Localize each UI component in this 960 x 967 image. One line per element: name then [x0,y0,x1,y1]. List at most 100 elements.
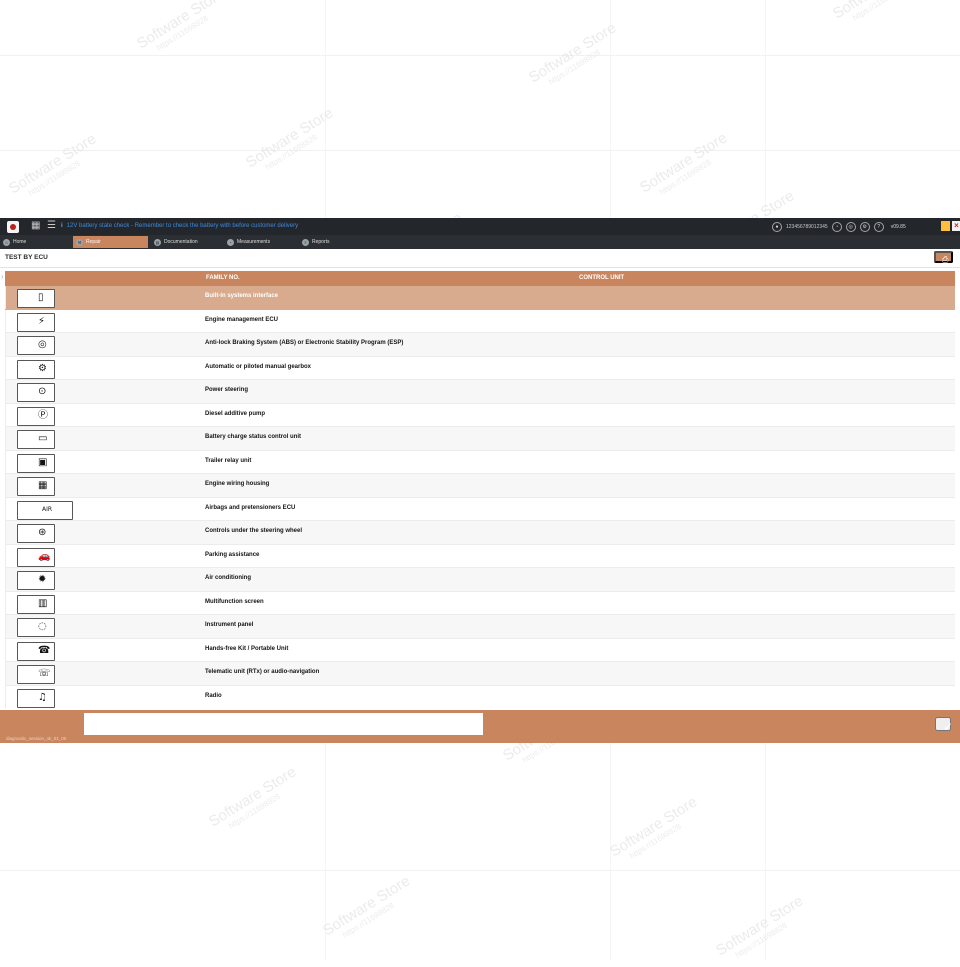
table-row[interactable]: ◌ Instrument panel [5,615,955,639]
control-unit-name: Battery charge status control unit [205,434,302,440]
table-header: FAMILY NO. CONTROL UNIT [5,271,955,286]
control-unit-name: Airbags and pretensioners ECU [205,504,296,511]
row-icon-glyph: ♫ [38,691,47,703]
table-row[interactable]: 🚗 Parking assistance [5,544,955,568]
built-in-systems-icon: ▯ [17,289,55,308]
row-divider [5,568,6,591]
settings-icon[interactable]: ⚙ [859,221,870,232]
row-icon-glyph: 🚗 [38,550,51,562]
collapse-sidebar-icon[interactable]: › [1,272,4,281]
table-row[interactable]: ◎ Anti-lock Braking System (ABS) or Elect… [5,333,955,357]
air-conditioning-icon: ✹ [17,571,55,590]
table-row[interactable]: ⊛ Controls under the steering wheel [5,521,955,545]
row-icon-glyph: ▦ [38,480,48,491]
version-text: v09.85 [890,223,906,230]
tab-documentation[interactable]: ▤ Documentation [151,236,221,248]
control-unit-column-header: CONTROL UNIT [579,275,625,281]
table-row[interactable]: ♫ Radio [5,685,955,708]
watermark: Software Storehttps://11698828 [206,763,300,831]
report-icon: ≡ [302,238,309,246]
diesel-pump-icon: Ⓟ [17,406,55,426]
control-unit-name: Air conditioning [205,575,251,581]
list-menu-icon[interactable]: ☰ [47,220,56,232]
watermark: Software Storehttps://11698828 [713,892,807,960]
row-icon-glyph: AIR [42,505,53,513]
table-body: ▯ Built-in systems interface ⚡ Engine manag… [5,286,955,708]
row-icon-glyph: ◎ [38,339,47,350]
row-divider [5,497,6,520]
control-unit-name: Multifunction screen [205,598,264,605]
battery-icon: ▭ [17,430,55,449]
table-row[interactable]: ▭ Battery charge status control unit [5,427,955,451]
row-divider [5,591,6,614]
hands-free-icon: ☎ [17,641,55,661]
table-row[interactable]: ▣ Trailer relay unit [5,450,955,474]
watermark: Software Storehttps://11698828 [134,0,228,53]
check-icon: ✓ [943,720,954,734]
tab-measurements[interactable]: ◔ Measurements [224,236,296,248]
table-row[interactable]: ⊙ Power steering [5,380,955,404]
network-icon[interactable]: ◎ [845,221,856,232]
print-button[interactable]: ⎙ [934,251,953,264]
table-row[interactable]: ▥ Multifunction screen [5,591,955,615]
family-column-header: FAMILY NO. [206,275,240,281]
control-unit-name: Anti-lock Braking System (ABS) or Electr… [205,340,404,346]
row-divider [5,356,6,379]
brand-logo-icon [7,221,19,233]
trailer-icon: ▣ [17,453,55,473]
row-divider [5,544,6,567]
table-row[interactable]: ▯ Built-in systems interface [5,286,955,310]
control-unit-name: Parking assistance [205,551,260,558]
row-divider [5,474,6,497]
row-divider [5,450,6,473]
instrument-panel-icon: ◌ [17,618,55,637]
table-row[interactable]: ✹ Air conditioning [5,568,955,592]
row-icon-glyph: ◌ [38,621,47,632]
wrench-icon: ⚒ [76,238,83,246]
tab-home[interactable]: ⌂ Home [0,236,70,248]
control-unit-name: Controls under the steering wheel [205,528,303,534]
command-input[interactable] [84,713,483,735]
tab-repair[interactable]: ⚒ Repair [73,236,148,248]
grid-menu-icon[interactable]: ▦ [31,220,40,232]
connection-icon: ● [772,221,782,232]
battery-alert[interactable]: i 12V battery state check - Remember to c… [61,221,298,231]
airbag-icon: AIR [17,500,73,520]
watermark: Software Storehttps://11698828 [607,793,701,861]
watermark: Software Storehttps://11698828 [830,0,923,23]
ecu-table: FAMILY NO. CONTROL UNIT ▯ Built-in system… [5,271,955,708]
table-row[interactable]: AIR Airbags and pretensioners ECU [5,497,955,521]
table-row[interactable]: ⚡ Engine management ECU [5,309,955,333]
table-row[interactable]: Ⓟ Diesel additive pump [5,403,955,427]
parking-assistance-icon: 🚗 [17,547,55,567]
status-text: 123456789012345 [786,223,828,230]
table-row[interactable]: ▦ Engine wiring housing [5,474,955,498]
row-icon-glyph: ⊛ [38,527,47,538]
radio-icon: ♫ [17,688,55,708]
bottom-bar: ✓ diagnostic_session_ok_01_00 [0,710,960,743]
top-bar: ▦ ☰ i 12V battery state check - Remember … [0,218,960,235]
info-icon: i [61,223,63,229]
row-icon-glyph: ▭ [38,433,48,444]
gearbox-icon: ⚙ [17,359,55,379]
watermark: Software Storehttps://11698828 [243,104,337,172]
table-row[interactable]: ⚙ Automatic or piloted manual gearbox [5,356,955,380]
row-divider [5,662,6,685]
user-icon[interactable]: ◔ [831,221,842,232]
close-button[interactable]: × [952,221,960,231]
help-icon[interactable]: ? [873,221,884,232]
confirm-button[interactable]: ✓ [935,717,954,734]
steering-controls-icon: ⊛ [17,524,55,543]
control-unit-name: Automatic or piloted manual gearbox [205,363,312,370]
row-divider [5,403,6,426]
control-unit-name: Built-in systems interface [205,293,279,299]
minimize-button[interactable] [941,221,950,231]
row-icon-glyph: ☏ [38,668,51,679]
table-row[interactable]: ☎ Hands-free Kit / Portable Unit [5,638,955,662]
table-row[interactable]: ☏ Telematic unit (RTx) or audio-navigatio… [5,662,955,686]
control-unit-name: Power steering [205,387,249,393]
row-icon-glyph: ▥ [38,597,48,609]
tab-reports[interactable]: ≡ Reports [299,236,369,248]
row-icon-glyph: ✹ [38,574,47,585]
status-bar-text: diagnostic_session_ok_01_00 [6,736,67,741]
